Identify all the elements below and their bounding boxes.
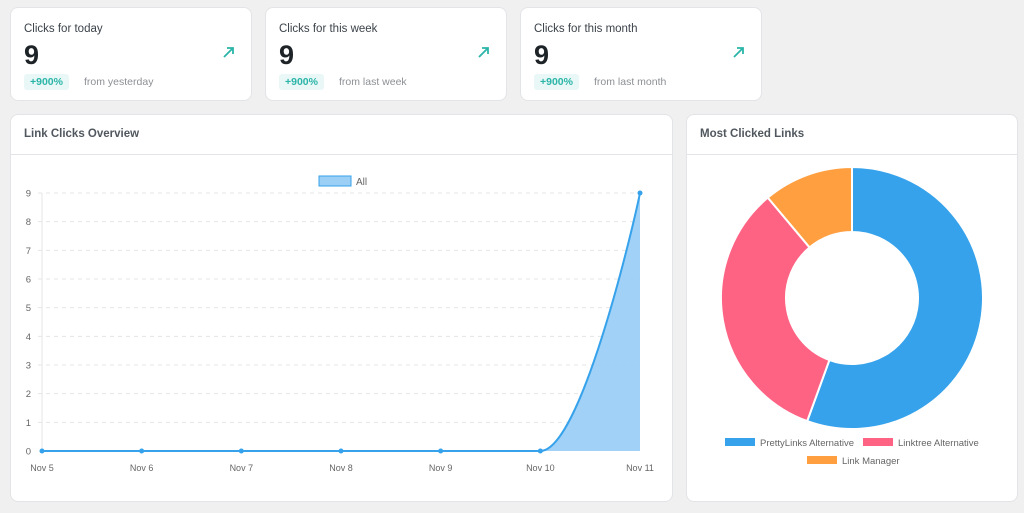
y-tick-label: 7: [26, 246, 31, 257]
legend-label: PrettyLinks Alternative: [760, 438, 854, 449]
series-area-all: [42, 193, 640, 451]
legend-swatch: [807, 456, 837, 464]
legend-label-all: All: [356, 177, 367, 188]
y-tick-label: 6: [26, 275, 31, 286]
data-point: [537, 448, 543, 454]
y-tick-label: 5: [26, 303, 31, 314]
stat-value: 9: [279, 40, 295, 70]
donut-chart: PrettyLinks Alternative Linktree Alternat…: [720, 165, 984, 467]
data-point: [39, 448, 45, 454]
y-tick-label: 1: [26, 418, 31, 429]
data-point: [438, 448, 444, 454]
y-tick-label: 2: [26, 389, 31, 400]
change-badge: +900%: [279, 74, 324, 90]
data-point: [338, 448, 344, 454]
y-tick-label: 4: [26, 332, 31, 343]
x-tick-label: Nov 5: [30, 463, 54, 473]
stat-value: 9: [24, 40, 40, 70]
trend-up-arrow-icon: [223, 47, 234, 58]
data-point: [238, 448, 244, 454]
x-tick-label: Nov 7: [230, 463, 254, 473]
stat-label: Clicks for this week: [279, 23, 378, 35]
change-badge: +900%: [24, 74, 69, 90]
line-chart: All 0 1 2 3 4 5 6 7 8 9 Nov 5 Nov 6 Nov 7 Nov 8 Nov 9 No…: [26, 175, 654, 473]
series-line-all: [42, 192, 641, 453]
y-tick-label: 8: [26, 217, 31, 228]
x-tick-label: Nov 9: [429, 463, 453, 473]
x-tick-label: Nov 11: [626, 463, 654, 473]
stat-comparison: from yesterday: [84, 76, 154, 88]
trend-up-arrow-icon: [733, 47, 744, 58]
legend-label: Linktree Alternative: [898, 438, 979, 449]
x-tick-label: Nov 6: [130, 463, 154, 473]
stat-comparison: from last week: [339, 76, 407, 88]
panel-title: Most Clicked Links: [687, 115, 1017, 155]
stat-value: 9: [534, 40, 550, 70]
y-tick-label: 9: [26, 189, 31, 200]
link-clicks-overview-panel: Link Clicks Overview All 0 1 2 3 4 5 6 7 8 9 Nov 5 N…: [10, 114, 673, 502]
legend-swatch-all: [318, 175, 352, 187]
data-point: [139, 448, 145, 454]
stat-label: Clicks for this month: [534, 23, 638, 35]
x-tick-label: Nov 8: [329, 463, 353, 473]
panel-title: Link Clicks Overview: [11, 115, 672, 155]
legend-swatch: [863, 438, 893, 446]
trend-up-arrow-icon: [478, 47, 489, 58]
x-tick-label: Nov 10: [526, 463, 555, 473]
data-point: [637, 190, 643, 196]
y-tick-label: 3: [26, 361, 31, 372]
stat-card-today: Clicks for today 9 +900% from yesterday: [10, 7, 252, 101]
y-tick-label: 0: [26, 447, 31, 458]
stat-label: Clicks for today: [24, 23, 103, 35]
legend-label: Link Manager: [842, 456, 900, 467]
change-badge: +900%: [534, 74, 579, 90]
stat-comparison: from last month: [594, 76, 667, 88]
stat-card-week: Clicks for this week 9 +900% from last w…: [265, 7, 507, 101]
most-clicked-links-panel: Most Clicked Links PrettyLinks Alternati…: [686, 114, 1018, 502]
stat-card-month: Clicks for this month 9 +900% from last …: [520, 7, 762, 101]
legend-swatch: [725, 438, 755, 446]
